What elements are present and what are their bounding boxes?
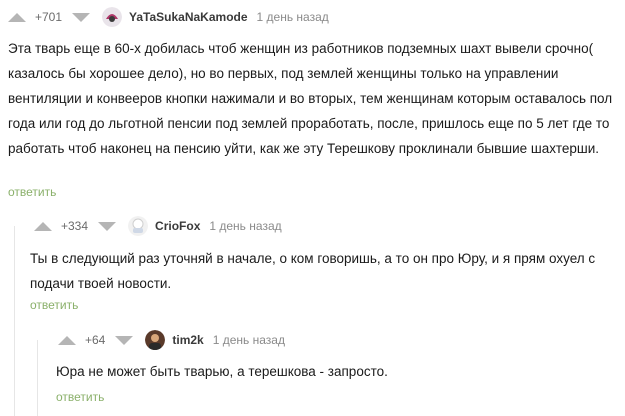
upvote-icon[interactable] (8, 12, 26, 22)
avatar[interactable] (145, 330, 166, 350)
reply-link[interactable]: ответить (8, 185, 56, 199)
comment-rating: +64 (85, 333, 106, 347)
downvote-icon[interactable] (72, 12, 91, 22)
username[interactable]: tim2k (172, 333, 203, 347)
reply-link[interactable]: ответить (56, 390, 104, 404)
downvote-icon[interactable] (115, 335, 134, 345)
comment-header: +701 YaTaSukaNaKamode 1 день назад (8, 7, 329, 27)
thread-line[interactable] (14, 226, 15, 416)
upvote-icon[interactable] (58, 335, 76, 345)
avatar[interactable] (128, 216, 149, 236)
comment-header: +64 tim2k 1 день назад (58, 330, 285, 350)
upvote-icon[interactable] (34, 221, 52, 231)
avatar[interactable] (102, 7, 123, 27)
comment-text: Юра не может быть тварью, а терешкова - … (56, 364, 388, 379)
comment-text: Ты в следующий раз уточняй в начале, о к… (30, 251, 596, 291)
comment-rating: +334 (61, 219, 89, 233)
thread-line[interactable] (37, 340, 38, 416)
comment-text: Эта тварь еще в 60-х добилась чтоб женщи… (8, 41, 613, 156)
timestamp[interactable]: 1 день назад (209, 219, 281, 233)
downvote-icon[interactable] (98, 221, 117, 231)
username[interactable]: CrioFox (155, 219, 200, 233)
reply-link[interactable]: ответить (30, 298, 78, 312)
timestamp[interactable]: 1 день назад (257, 10, 329, 24)
comment-rating: +701 (35, 10, 63, 24)
username[interactable]: YaTaSukaNaKamode (129, 10, 248, 24)
comment-header: +334 CrioFox 1 день назад (34, 216, 282, 236)
timestamp[interactable]: 1 день назад (213, 333, 285, 347)
